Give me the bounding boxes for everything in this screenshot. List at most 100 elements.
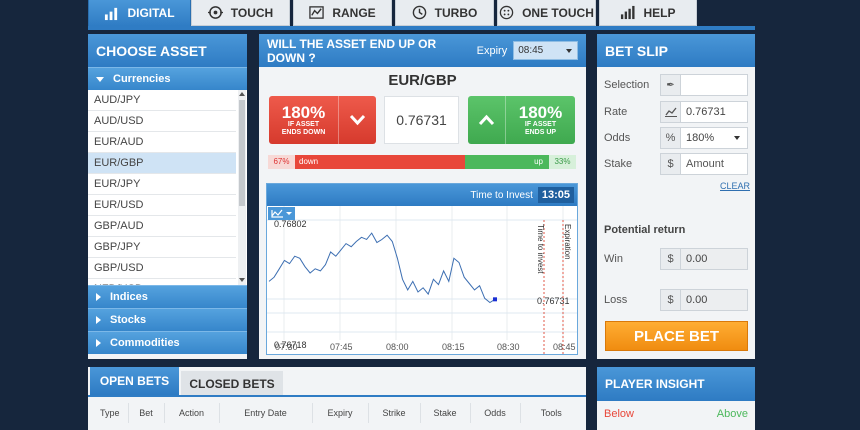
tab-label: ONE TOUCH bbox=[522, 5, 594, 20]
asset-item[interactable]: GBP/USD bbox=[88, 258, 236, 279]
down-sentiment-fill: down bbox=[295, 155, 466, 169]
sentiment-bar: 67% down up 33% bbox=[268, 155, 576, 169]
caret-right-icon bbox=[96, 293, 101, 301]
x-tick: 07:30 bbox=[275, 342, 298, 352]
col-expiry: Expiry bbox=[312, 403, 369, 423]
up-label: up bbox=[534, 157, 543, 166]
up-percentage: 33% bbox=[549, 155, 576, 169]
category-label: Commodities bbox=[110, 337, 180, 349]
expiration-vertical-label: Expiration bbox=[563, 224, 572, 260]
x-axis: 07:30 07:45 08:00 08:15 08:30 08:45 bbox=[267, 340, 577, 354]
asset-item[interactable]: EUR/GBP bbox=[88, 153, 236, 174]
target-icon bbox=[207, 6, 223, 19]
tab-help[interactable]: HELP bbox=[599, 0, 697, 26]
bets-tab-underline bbox=[88, 395, 586, 397]
x-tick: 07:45 bbox=[330, 342, 353, 352]
selection-label: Selection bbox=[604, 79, 650, 91]
range-chart-icon bbox=[309, 6, 325, 19]
tab-closed-bets[interactable]: CLOSED BETS bbox=[181, 371, 283, 397]
down-percentage: 67% bbox=[268, 155, 295, 169]
rate-field[interactable]: 0.76731 bbox=[660, 101, 748, 123]
category-indices[interactable]: Indices bbox=[88, 285, 247, 308]
clear-link[interactable]: CLEAR bbox=[720, 181, 750, 191]
current-rate-box: 0.76731 bbox=[384, 96, 459, 144]
up-payout: 180% bbox=[518, 102, 563, 122]
scroll-down-arrow-icon[interactable] bbox=[239, 278, 245, 282]
place-bet-button[interactable]: PLACE BET bbox=[605, 321, 748, 351]
percent-icon: % bbox=[661, 128, 681, 148]
time-to-invest-vertical-label: Time to invest bbox=[536, 224, 545, 274]
down-button[interactable]: 180% IF ASSET ENDS DOWN bbox=[269, 96, 376, 144]
feather-icon: ✒ bbox=[661, 75, 681, 95]
chevron-down-icon bbox=[734, 136, 740, 140]
down-label: down bbox=[299, 157, 319, 166]
category-currencies[interactable]: Currencies bbox=[88, 67, 247, 90]
stake-input[interactable]: $ Amount bbox=[660, 153, 748, 175]
up-label-line2: ENDS UP bbox=[524, 128, 557, 136]
asset-scrollbar[interactable] bbox=[238, 90, 246, 285]
loss-label: Loss bbox=[604, 294, 628, 306]
asset-item[interactable]: EUR/JPY bbox=[88, 174, 236, 195]
asset-item[interactable]: EUR/AUD bbox=[88, 132, 236, 153]
asset-name: EUR/GBP bbox=[388, 72, 457, 89]
choose-asset-panel: CHOOSE ASSET Currencies AUD/JPY AUD/USD EU… bbox=[88, 34, 247, 359]
question-title: WILL THE ASSET END UP OR DOWN ? bbox=[267, 36, 437, 65]
x-tick: 08:15 bbox=[442, 342, 465, 352]
category-label: Indices bbox=[110, 291, 148, 303]
asset-list[interactable]: AUD/JPY AUD/USD EUR/AUD EUR/GBP EUR/JPY EUR/U… bbox=[88, 90, 247, 285]
up-button[interactable]: 180% IF ASSET ENDS UP bbox=[468, 96, 575, 144]
bets-table-header: Type Bet Action Entry Date Expiry Strike… bbox=[92, 403, 582, 423]
col-entry-date: Entry Date bbox=[219, 403, 313, 423]
tab-open-bets[interactable]: OPEN BETS bbox=[90, 367, 179, 395]
dollar-icon: $ bbox=[661, 154, 681, 174]
asset-item[interactable]: GBP/JPY bbox=[88, 237, 236, 258]
chevron-down-icon bbox=[349, 114, 366, 126]
potential-return-label: Potential return bbox=[604, 224, 686, 236]
insight-below-label: Below bbox=[604, 408, 634, 420]
tab-digital[interactable]: DIGITAL bbox=[88, 0, 191, 27]
chart-current-label: 0.76731 bbox=[537, 296, 570, 306]
asset-item[interactable]: EUR/USD bbox=[88, 195, 236, 216]
line-chart-icon bbox=[661, 102, 681, 122]
odds-select[interactable]: % 180% bbox=[660, 127, 748, 149]
caret-down-icon bbox=[96, 76, 104, 82]
current-price-marker bbox=[493, 297, 497, 302]
expiry-select[interactable]: 08:45 bbox=[513, 41, 578, 60]
scroll-thumb[interactable] bbox=[239, 100, 245, 206]
win-field: $ 0.00 bbox=[660, 248, 748, 270]
asset-item[interactable]: AUD/USD bbox=[88, 111, 236, 132]
tab-range[interactable]: RANGE bbox=[293, 0, 392, 26]
current-rate: 0.76731 bbox=[396, 112, 447, 128]
clock-icon bbox=[412, 5, 426, 20]
question-header: WILL THE ASSET END UP OR DOWN ? Expiry 0… bbox=[259, 34, 586, 67]
col-strike: Strike bbox=[368, 403, 421, 423]
down-label-line1: IF ASSET bbox=[287, 120, 320, 128]
tab-label: DIGITAL bbox=[127, 6, 175, 20]
asset-item[interactable]: NZD/USD bbox=[88, 279, 236, 285]
chart-header: Time to Invest 13:05 bbox=[267, 184, 577, 206]
insight-above-label: Above bbox=[716, 408, 748, 420]
tab-label: TOUCH bbox=[230, 5, 274, 20]
time-to-invest-label: Time to Invest bbox=[470, 189, 533, 201]
scroll-up-arrow-icon[interactable] bbox=[239, 92, 245, 96]
price-chart[interactable]: Time to Invest 13:05 0.76802 0.76718 0.7… bbox=[266, 183, 578, 355]
asset-item[interactable]: AUD/JPY bbox=[88, 90, 236, 111]
expiry-value: 08:45 bbox=[518, 45, 544, 56]
caret-right-icon bbox=[96, 316, 101, 324]
category-label: Currencies bbox=[113, 73, 171, 85]
asset-item[interactable]: GBP/AUD bbox=[88, 216, 236, 237]
chart-canvas: 0.76802 0.76718 0.76731 Time to invest E… bbox=[267, 206, 577, 354]
category-stocks[interactable]: Stocks bbox=[88, 308, 247, 331]
x-tick: 08:00 bbox=[386, 342, 409, 352]
col-stake: Stake bbox=[420, 403, 471, 423]
stake-placeholder: Amount bbox=[686, 158, 724, 170]
tab-touch[interactable]: TOUCH bbox=[191, 0, 290, 26]
category-commodities[interactable]: Commodities bbox=[88, 331, 247, 354]
win-label: Win bbox=[604, 253, 623, 265]
up-sentiment-fill: up bbox=[465, 155, 549, 169]
selection-field[interactable]: ✒ bbox=[660, 74, 748, 96]
tab-one-touch[interactable]: ONE TOUCH bbox=[497, 0, 596, 26]
tab-turbo[interactable]: TURBO bbox=[395, 0, 494, 26]
chevron-up-icon bbox=[478, 114, 495, 126]
chart-high-label: 0.76802 bbox=[274, 219, 307, 229]
